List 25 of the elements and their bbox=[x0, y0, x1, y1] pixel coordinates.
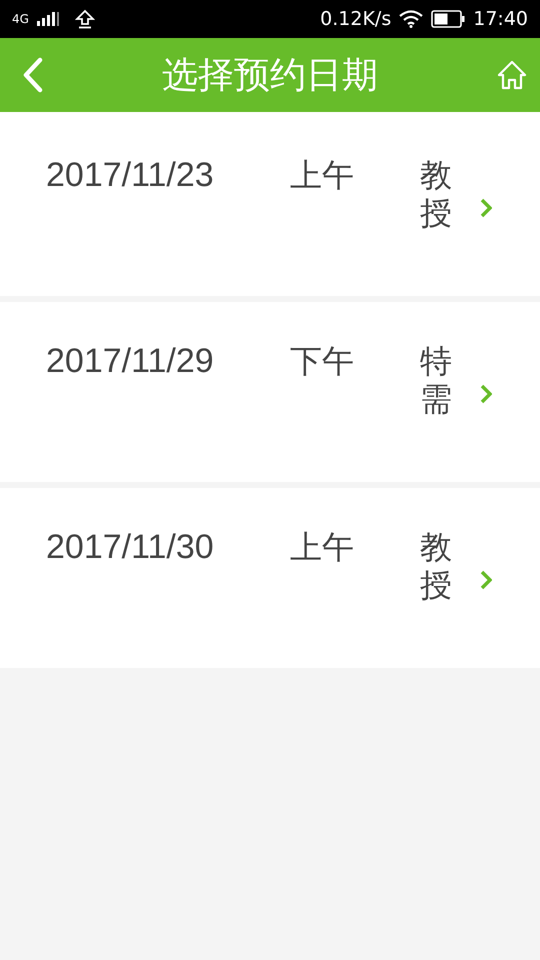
network-label: 4G bbox=[12, 12, 29, 26]
home-icon[interactable] bbox=[496, 59, 528, 91]
signal-icon bbox=[36, 12, 61, 26]
back-icon[interactable] bbox=[22, 57, 44, 93]
date-slot-card[interactable]: 2017/11/30 上午 教授 bbox=[0, 488, 540, 668]
chevron-right-icon bbox=[480, 570, 492, 590]
doctor-title: 教授 bbox=[420, 528, 452, 604]
chevron-right-icon bbox=[480, 384, 492, 404]
doctor-title: 特需 bbox=[420, 342, 452, 418]
slot-date: 2017/11/30 bbox=[46, 528, 215, 566]
slot-period: 下午 bbox=[290, 342, 355, 380]
slot-period: 上午 bbox=[290, 528, 355, 566]
slot-period: 上午 bbox=[290, 156, 355, 194]
date-slot-card[interactable]: 2017/11/23 上午 教授 bbox=[0, 112, 540, 296]
slot-date: 2017/11/29 bbox=[46, 342, 215, 380]
page-title: 选择预约日期 bbox=[162, 54, 378, 98]
slot-date: 2017/11/23 bbox=[46, 156, 215, 194]
clock: 17:40 bbox=[473, 8, 528, 30]
wifi-icon bbox=[399, 10, 424, 28]
doctor-title: 教授 bbox=[420, 156, 452, 232]
network-speed: 0.12K/s bbox=[320, 8, 392, 30]
upload-icon bbox=[74, 9, 95, 29]
date-slot-card[interactable]: 2017/11/29 下午 特需 bbox=[0, 302, 540, 482]
chevron-right-icon bbox=[480, 198, 492, 218]
battery-icon bbox=[431, 10, 466, 28]
